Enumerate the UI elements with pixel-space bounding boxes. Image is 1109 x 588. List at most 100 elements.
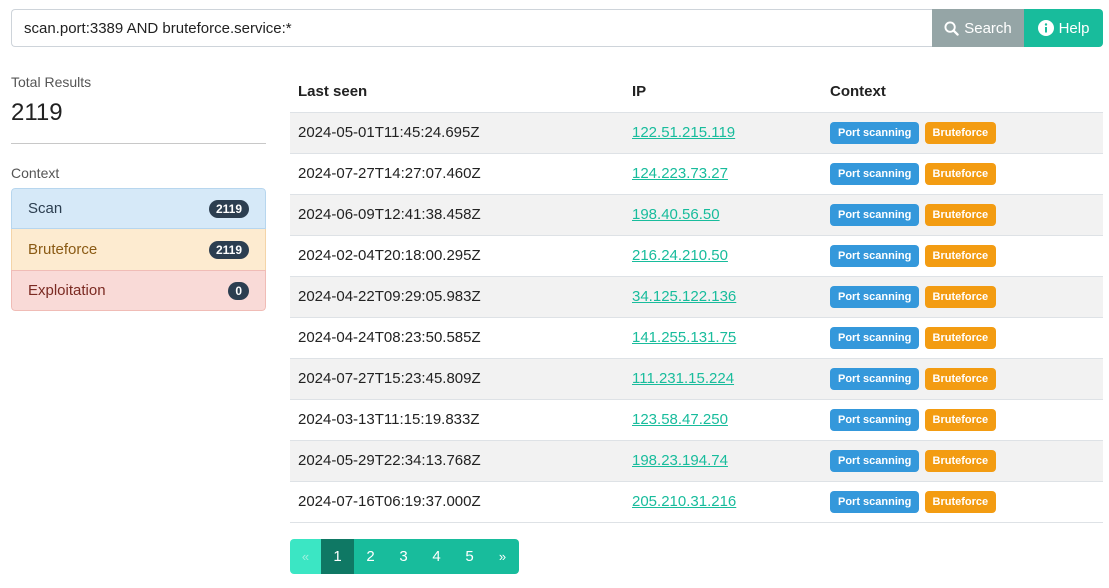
port-scanning-tag: Port scanning — [830, 408, 920, 431]
ip-link[interactable]: 205.210.31.216 — [632, 493, 736, 510]
search-button-label: Search — [964, 19, 1012, 37]
ip-cell: 141.255.131.75 — [624, 317, 822, 359]
ip-link[interactable]: 123.58.47.250 — [632, 411, 728, 428]
table-row: 2024-07-27T15:23:45.809Z 111.231.15.224 Po… — [290, 358, 1103, 400]
column-header-context: Context — [822, 71, 1103, 113]
context-item-label: Exploitation — [28, 282, 106, 299]
table-row: 2024-04-22T09:29:05.983Z 34.125.122.136 Po… — [290, 276, 1103, 318]
bruteforce-tag: Bruteforce — [924, 449, 997, 472]
context-item-label: Scan — [28, 200, 63, 217]
table-body: 2024-05-01T11:45:24.695Z 122.51.215.119 Po… — [290, 112, 1103, 523]
port-scanning-tag: Port scanning — [830, 121, 920, 144]
context-cell: Port scanning Bruteforce — [822, 153, 1103, 195]
pagination-page-5[interactable]: 5 — [453, 539, 486, 574]
ip-cell: 124.223.73.27 — [624, 153, 822, 195]
table-row: 2024-04-24T08:23:50.585Z 141.255.131.75 Po… — [290, 317, 1103, 359]
table-row: 2024-07-16T06:19:37.000Z 205.210.31.216 Po… — [290, 481, 1103, 523]
last-seen-cell: 2024-04-24T08:23:50.585Z — [290, 317, 624, 359]
search-button[interactable]: Search — [932, 9, 1024, 47]
results-sidebar: Total Results 2119 Context Scan 2119 Bru… — [11, 72, 266, 311]
pagination-next-button[interactable]: » — [486, 539, 519, 574]
ip-link[interactable]: 122.51.215.119 — [632, 124, 735, 141]
port-scanning-tag: Port scanning — [830, 326, 920, 349]
bruteforce-tag: Bruteforce — [924, 162, 997, 185]
ip-link[interactable]: 34.125.122.136 — [632, 288, 736, 305]
context-cell: Port scanning Bruteforce — [822, 399, 1103, 441]
port-scanning-tag: Port scanning — [830, 285, 920, 308]
last-seen-cell: 2024-07-27T14:27:07.460Z — [290, 153, 624, 195]
count-badge: 0 — [228, 281, 249, 300]
table-row: 2024-05-01T11:45:24.695Z 122.51.215.119 Po… — [290, 112, 1103, 154]
context-label: Context — [11, 165, 60, 181]
help-button-label: Help — [1058, 19, 1090, 37]
pagination-page-4[interactable]: 4 — [420, 539, 453, 574]
port-scanning-tag: Port scanning — [830, 162, 920, 185]
context-item-exploitation[interactable]: Exploitation 0 — [11, 270, 266, 311]
pagination-page-3[interactable]: 3 — [387, 539, 420, 574]
context-item-label: Bruteforce — [28, 241, 98, 258]
bruteforce-tag: Bruteforce — [924, 121, 997, 144]
table-row: 2024-03-13T11:15:19.833Z 123.58.47.250 Por… — [290, 399, 1103, 441]
last-seen-cell: 2024-04-22T09:29:05.983Z — [290, 276, 624, 318]
ip-link[interactable]: 198.40.56.50 — [632, 206, 720, 223]
context-cell: Port scanning Bruteforce — [822, 112, 1103, 154]
ip-link[interactable]: 111.231.15.224 — [632, 370, 734, 387]
bruteforce-tag: Bruteforce — [924, 490, 997, 513]
column-header-last-seen: Last seen — [290, 71, 624, 113]
column-header-ip: IP — [624, 71, 822, 113]
port-scanning-tag: Port scanning — [830, 449, 920, 472]
context-item-bruteforce[interactable]: Bruteforce 2119 — [11, 229, 266, 270]
last-seen-cell: 2024-05-01T11:45:24.695Z — [290, 112, 624, 154]
search-input[interactable] — [11, 9, 932, 47]
context-cell: Port scanning Bruteforce — [822, 235, 1103, 277]
ip-cell: 123.58.47.250 — [624, 399, 822, 441]
pagination-page-2[interactable]: 2 — [354, 539, 387, 574]
pagination-page-1[interactable]: 1 — [321, 539, 354, 574]
context-filter-list: Scan 2119 Bruteforce 2119 Exploitation 0 — [11, 188, 266, 311]
bruteforce-tag: Bruteforce — [924, 285, 997, 308]
last-seen-cell: 2024-06-09T12:41:38.458Z — [290, 194, 624, 236]
sidebar-divider — [11, 143, 266, 144]
table-header-row: Last seen IP Context — [290, 71, 1103, 113]
pagination-prev-button: « — [290, 539, 321, 574]
last-seen-cell: 2024-07-16T06:19:37.000Z — [290, 481, 624, 523]
port-scanning-tag: Port scanning — [830, 490, 920, 513]
bruteforce-tag: Bruteforce — [924, 326, 997, 349]
port-scanning-tag: Port scanning — [830, 244, 920, 267]
count-badge: 2119 — [208, 199, 249, 218]
ip-link[interactable]: 216.24.210.50 — [632, 247, 728, 264]
bruteforce-tag: Bruteforce — [924, 367, 997, 390]
context-cell: Port scanning Bruteforce — [822, 481, 1103, 523]
last-seen-cell: 2024-05-29T22:34:13.768Z — [290, 440, 624, 482]
results-table: Last seen IP Context 2024-05-01T11:45:24… — [290, 71, 1103, 523]
ip-link[interactable]: 198.23.194.74 — [632, 452, 728, 469]
table-row: 2024-05-29T22:34:13.768Z 198.23.194.74 Por… — [290, 440, 1103, 482]
table-row: 2024-07-27T14:27:07.460Z 124.223.73.27 Por… — [290, 153, 1103, 195]
ip-link[interactable]: 141.255.131.75 — [632, 329, 736, 346]
pagination: « 1 2 3 4 5 » — [290, 539, 519, 574]
count-badge: 2119 — [208, 240, 249, 259]
context-cell: Port scanning Bruteforce — [822, 194, 1103, 236]
search-bar: Search Help — [11, 9, 1103, 47]
info-circle-icon — [1037, 20, 1054, 36]
bruteforce-tag: Bruteforce — [924, 244, 997, 267]
context-cell: Port scanning Bruteforce — [822, 317, 1103, 359]
table-row: 2024-02-04T20:18:00.295Z 216.24.210.50 Por… — [290, 235, 1103, 277]
context-item-scan[interactable]: Scan 2119 — [11, 188, 266, 229]
ip-cell: 34.125.122.136 — [624, 276, 822, 318]
ip-cell: 198.23.194.74 — [624, 440, 822, 482]
last-seen-cell: 2024-03-13T11:15:19.833Z — [290, 399, 624, 441]
port-scanning-tag: Port scanning — [830, 367, 920, 390]
context-cell: Port scanning Bruteforce — [822, 358, 1103, 400]
help-button[interactable]: Help — [1024, 9, 1103, 47]
search-icon — [944, 20, 959, 36]
port-scanning-tag: Port scanning — [830, 203, 920, 226]
ip-cell: 122.51.215.119 — [624, 112, 822, 154]
bruteforce-tag: Bruteforce — [924, 408, 997, 431]
results-table-container: Last seen IP Context 2024-05-01T11:45:24… — [290, 71, 1103, 523]
context-cell: Port scanning Bruteforce — [822, 276, 1103, 318]
table-row: 2024-06-09T12:41:38.458Z 198.40.56.50 Port… — [290, 194, 1103, 236]
last-seen-cell: 2024-07-27T15:23:45.809Z — [290, 358, 624, 400]
ip-cell: 111.231.15.224 — [624, 358, 822, 400]
ip-link[interactable]: 124.223.73.27 — [632, 165, 728, 182]
